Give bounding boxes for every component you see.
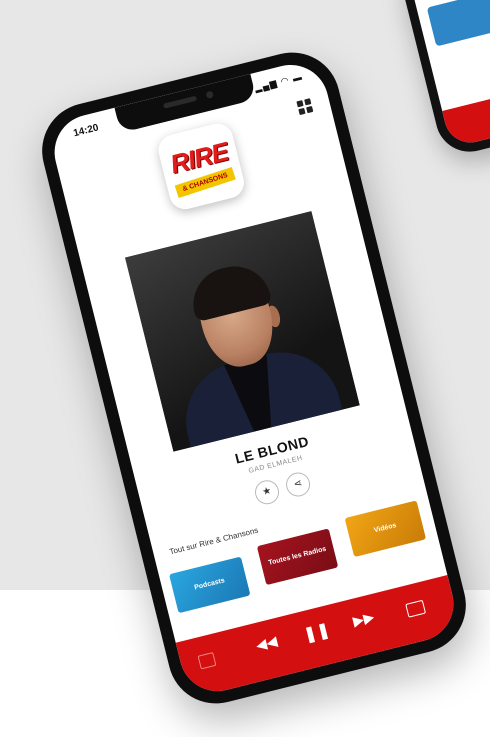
tile-podcasts[interactable]: Podcasts [168,556,251,614]
status-time: 14:20 [72,122,100,140]
tile-all-radios[interactable]: Toutes les Radios [256,528,339,586]
pause-icon[interactable]: ❚❚ [301,620,332,645]
share-button[interactable]: ⋖ [283,469,313,500]
secondary-tile [426,0,490,47]
rewind-icon[interactable]: ◀◀ [253,632,280,654]
favorite-button[interactable]: ★ [252,477,282,507]
forward-icon[interactable]: ▶▶ [350,608,377,630]
star-icon: ★ [261,485,273,499]
status-icons: ▂▄▆ ◠ ▬ [253,71,304,94]
album-cover [125,211,360,452]
tile-videos[interactable]: Vidéos [344,500,427,558]
speaker [162,95,198,109]
secondary-player-bar [442,71,490,148]
share-icon: ⋖ [292,477,304,491]
station-logo: RIRE & CHANSONS [155,120,248,213]
cast-icon[interactable] [405,599,427,618]
camera [205,90,214,100]
grid-menu-icon[interactable] [296,98,314,116]
mini-cover-icon[interactable] [197,652,217,670]
